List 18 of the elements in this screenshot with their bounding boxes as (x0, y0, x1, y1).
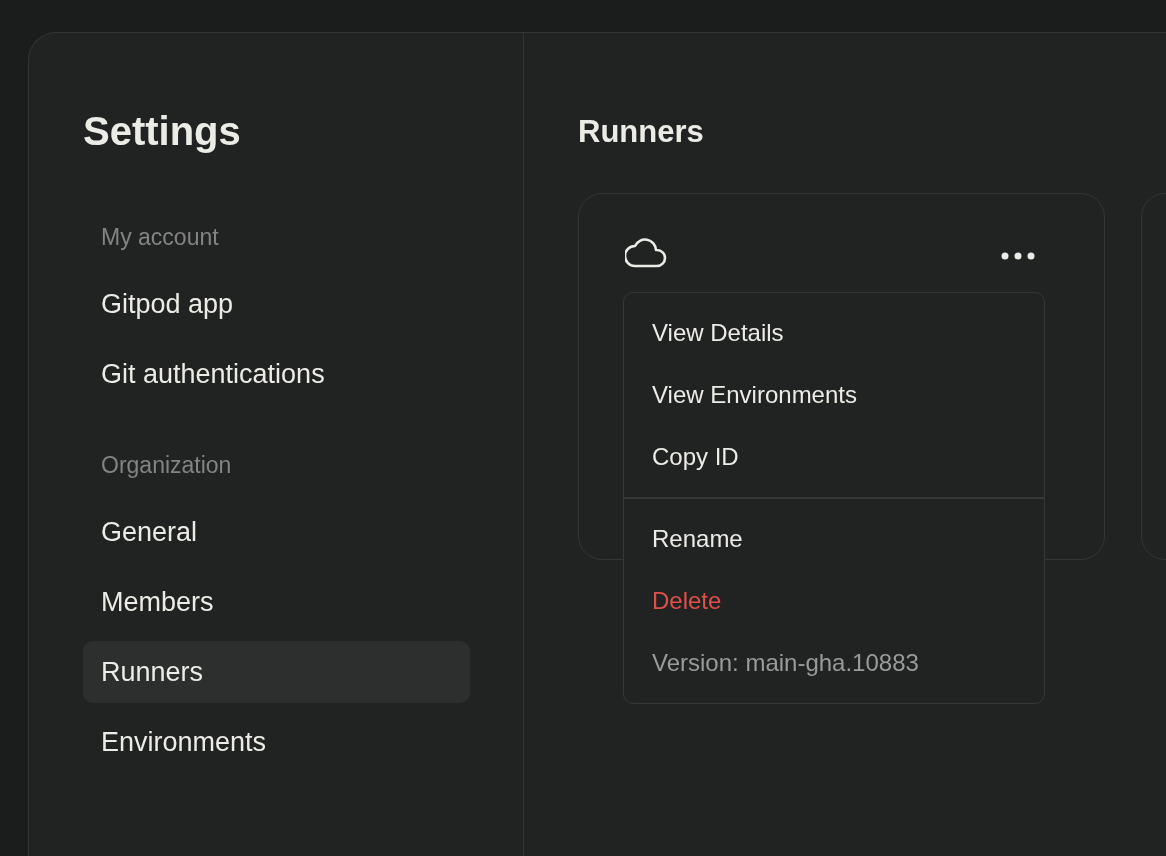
sidebar-item[interactable]: Git authentications (83, 343, 470, 405)
menu-item[interactable]: Copy ID (624, 426, 1044, 488)
section-label: My account (100, 223, 220, 252)
sidebar-item[interactable]: General (83, 501, 470, 563)
sidebar-item[interactable]: Environments (83, 711, 470, 773)
menu-item[interactable]: View Details (624, 302, 1044, 364)
sidebar-title: Settings (83, 108, 242, 155)
cloud-icon (625, 237, 667, 268)
section-label: Organization (100, 451, 233, 480)
more-icon (1001, 252, 1037, 260)
sidebar-item[interactable]: Members (83, 571, 470, 633)
menu-item[interactable]: View Environments (624, 364, 1044, 426)
page-title: Runners (578, 113, 705, 151)
sidebar-item[interactable]: Runners (83, 641, 470, 703)
menu-item[interactable]: Rename (624, 508, 1044, 570)
sidebar-item[interactable]: Gitpod app (83, 273, 470, 335)
menu-item[interactable]: Delete (624, 570, 1044, 632)
version-text: Version: main-gha.10883 (651, 648, 920, 678)
